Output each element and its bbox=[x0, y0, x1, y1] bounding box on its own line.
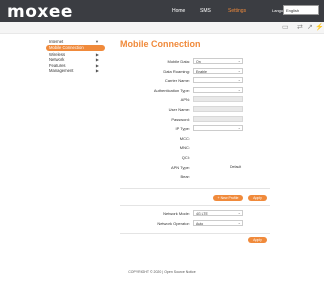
field-label: Network Mode: bbox=[163, 211, 190, 216]
chevron-down-icon: ▼ bbox=[95, 39, 99, 44]
field-label: Carrier Name: bbox=[164, 78, 190, 84]
moxee-logo[interactable]: moxee bbox=[7, 2, 73, 22]
sidebar-item-management[interactable]: Management ▶ bbox=[46, 68, 105, 74]
select-field[interactable]: Auto ⌄ bbox=[193, 220, 243, 226]
sidebar-item-label: Wireless bbox=[49, 51, 66, 57]
section-divider bbox=[120, 188, 270, 189]
field-label: APN Type: bbox=[170, 164, 190, 170]
sim-icon: ▭ bbox=[282, 24, 289, 31]
field-label: APN: bbox=[180, 97, 190, 103]
apply-network-button[interactable]: Apply bbox=[248, 237, 267, 243]
select-field[interactable]: Enable ⌄ bbox=[193, 67, 243, 74]
nav-settings[interactable]: Settings bbox=[228, 8, 246, 14]
language-select[interactable]: English bbox=[283, 5, 319, 15]
field-label: Data Roaming: bbox=[163, 68, 190, 74]
nav-sms[interactable]: SMS bbox=[200, 8, 211, 14]
section-divider bbox=[120, 233, 270, 234]
field-label: QCI: bbox=[181, 155, 190, 160]
field-label: Authentication Type: bbox=[153, 87, 190, 93]
sidebar-item-label: Management bbox=[49, 68, 74, 73]
status-bar: ▭ ⇄ ↗ ⚡ bbox=[0, 22, 324, 34]
top-bar: moxee Home SMS Settings Language English bbox=[0, 0, 324, 22]
select-field[interactable]: ⌄ bbox=[193, 77, 243, 84]
sidebar-item-label: Mobile Connection bbox=[49, 45, 84, 50]
select-field[interactable]: ⌄ bbox=[193, 125, 243, 132]
apply-button[interactable]: Apply bbox=[248, 195, 267, 201]
field-label: Password: bbox=[171, 116, 190, 122]
open-source-notice-link[interactable]: Open Source Notice bbox=[164, 270, 196, 274]
section-divider bbox=[120, 205, 270, 206]
field-label: Mobile Data: bbox=[167, 59, 190, 64]
chevron-down-icon: ⌄ bbox=[237, 67, 241, 73]
copyright-text: COPYRIGHT © 2020 bbox=[128, 270, 162, 274]
new-profile-label: New Profile bbox=[220, 196, 239, 200]
field-value: Enable bbox=[196, 69, 207, 74]
chevron-down-icon: ⌄ bbox=[237, 77, 241, 83]
new-profile-button[interactable]: + New Profile bbox=[213, 195, 243, 201]
chevron-down-icon: ⌄ bbox=[237, 58, 241, 63]
text-field[interactable] bbox=[193, 106, 243, 112]
battery-icon: ⚡ bbox=[315, 24, 324, 31]
field-label: Network Operator: bbox=[157, 221, 190, 226]
language-value: English bbox=[286, 8, 300, 13]
field-label: User Name: bbox=[168, 107, 190, 112]
select-field[interactable]: 4G LTE ⌄ bbox=[193, 210, 243, 216]
select-field[interactable]: On ⌄ bbox=[193, 58, 243, 64]
field-label: IP Type: bbox=[175, 126, 190, 132]
field-value: Auto bbox=[196, 222, 204, 226]
field-label: MNC: bbox=[179, 145, 190, 151]
field-label: MCC: bbox=[179, 135, 190, 141]
sidebar: Internet ▼ Mobile Connection Wireless ▶ Ne… bbox=[46, 39, 105, 74]
field-label: Bear: bbox=[180, 174, 190, 180]
chevron-down-icon: ⌄ bbox=[237, 210, 241, 215]
sidebar-item-label: Features bbox=[49, 62, 66, 68]
chevron-down-icon: ⌄ bbox=[237, 220, 241, 225]
sidebar-item-label: Internet bbox=[49, 39, 64, 44]
footer: COPYRIGHT © 2020 | Open Source Notice bbox=[0, 270, 324, 274]
page-title: Mobile Connection bbox=[120, 39, 201, 49]
sidebar-item-internet[interactable]: Internet ▼ bbox=[46, 39, 105, 45]
field-value: 4G LTE bbox=[196, 212, 208, 216]
signal-icon: ↗ bbox=[307, 24, 313, 31]
text-field[interactable] bbox=[193, 115, 243, 122]
sidebar-item-label: Network bbox=[49, 57, 65, 62]
sidebar-item-mobile-connection[interactable]: Mobile Connection bbox=[46, 45, 105, 51]
wifi-icon: ⇄ bbox=[297, 24, 303, 31]
nav-home[interactable]: Home bbox=[172, 8, 185, 14]
text-field[interactable] bbox=[193, 96, 243, 103]
select-field[interactable]: ⌄ bbox=[193, 86, 243, 93]
chevron-down-icon: ⌄ bbox=[237, 125, 241, 131]
static-value: Default bbox=[230, 164, 242, 169]
chevron-right-icon: ▶ bbox=[95, 68, 99, 73]
chevron-down-icon: ⌄ bbox=[237, 86, 241, 92]
field-value: On bbox=[196, 60, 201, 64]
